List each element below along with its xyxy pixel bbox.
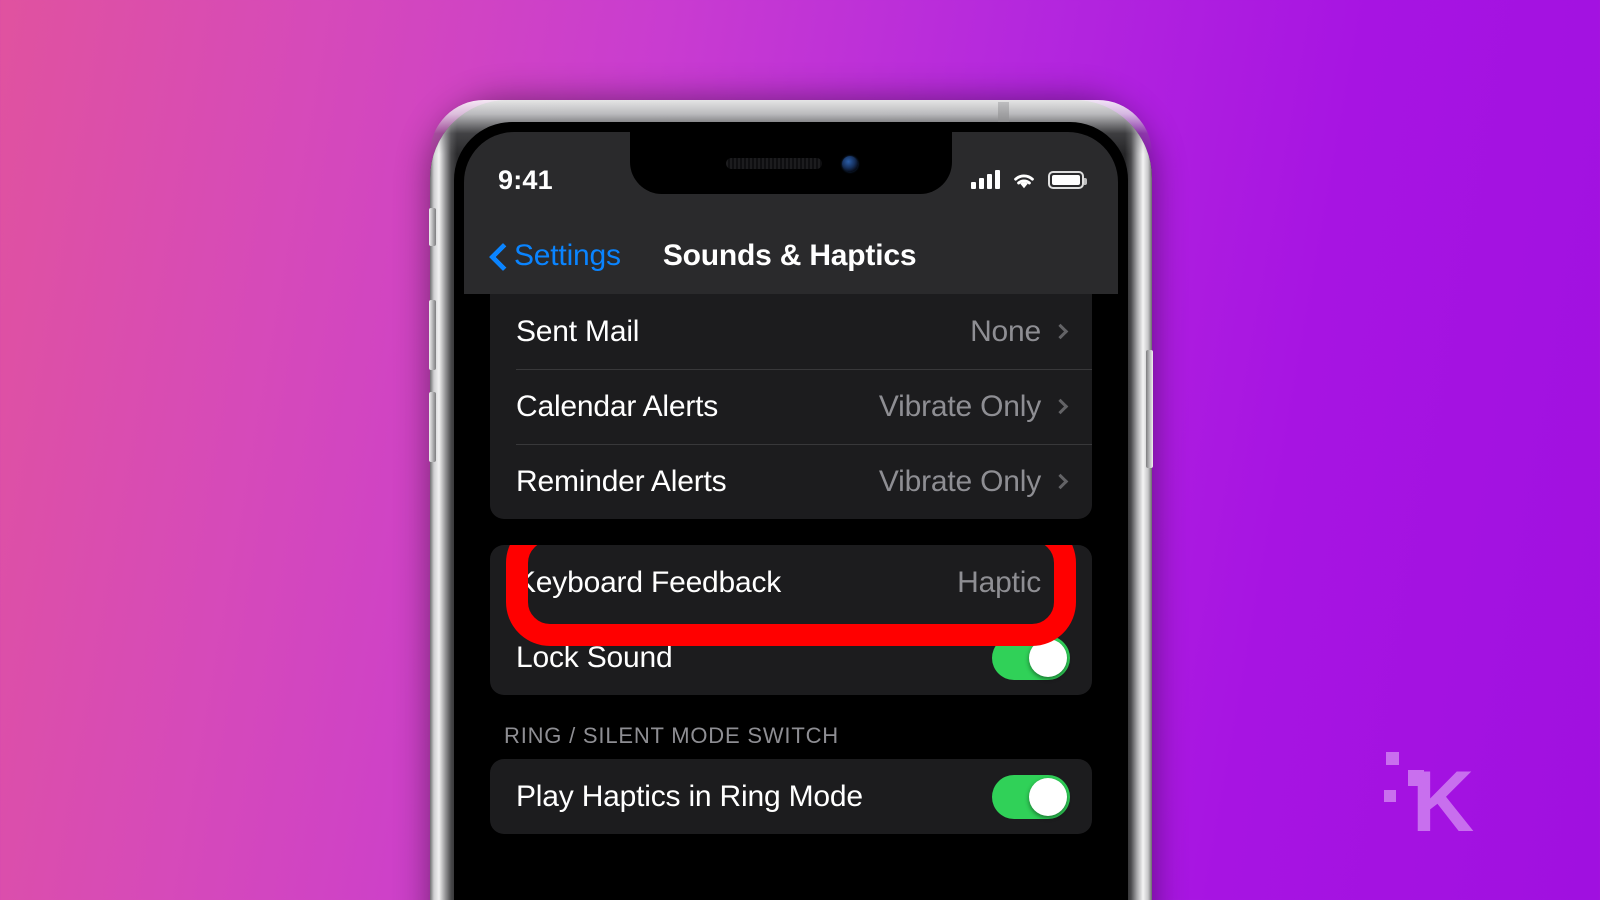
iphone-device: 9:41 Settings Sounds & Haptics Sent Mail… bbox=[429, 100, 1153, 900]
navigation-bar: Settings Sounds & Haptics bbox=[464, 218, 1118, 294]
page-title: Sounds & Haptics bbox=[662, 239, 917, 272]
power-side-button[interactable] bbox=[1146, 350, 1153, 468]
row-sent-mail[interactable]: Sent Mail None bbox=[490, 294, 1092, 369]
chevron-right-icon bbox=[1052, 323, 1069, 340]
volume-up-button[interactable] bbox=[429, 300, 436, 370]
ring-silent-section-header: RING / SILENT MODE SWITCH bbox=[504, 723, 839, 748]
row-play-haptics-in-ring-mode[interactable]: Play Haptics in Ring Mode bbox=[490, 759, 1092, 834]
watermark-square-small-top bbox=[1386, 752, 1399, 765]
mute-switch-button[interactable] bbox=[429, 208, 436, 246]
row-keyboard-feedback[interactable]: Keyboard Feedback Haptic bbox=[490, 545, 1092, 620]
status-bar-indicators bbox=[971, 170, 1087, 190]
earpiece-speaker-icon bbox=[726, 158, 822, 169]
chevron-right-icon bbox=[1052, 398, 1069, 415]
row-value: Vibrate Only bbox=[878, 389, 1041, 423]
row-label: Sent Mail bbox=[516, 314, 640, 348]
row-calendar-alerts[interactable]: Calendar Alerts Vibrate Only bbox=[490, 369, 1092, 444]
toggle-knob bbox=[1029, 777, 1067, 816]
highlighted-row-wrapper: Keyboard Feedback Haptic bbox=[490, 545, 1092, 646]
chevron-right-icon bbox=[1052, 574, 1069, 591]
phone-screen: 9:41 Settings Sounds & Haptics Sent Mail… bbox=[464, 132, 1118, 900]
row-value: Vibrate Only bbox=[878, 464, 1041, 498]
row-value: Haptic bbox=[957, 565, 1041, 599]
settings-list[interactable]: Sent Mail None Calendar Alerts Vibrate O… bbox=[464, 294, 1118, 900]
lock-sound-toggle[interactable] bbox=[992, 635, 1070, 680]
phone-bezel: 9:41 Settings Sounds & Haptics Sent Mail… bbox=[454, 122, 1128, 900]
row-value: None bbox=[970, 314, 1041, 348]
keyboard-lock-group: Keyboard Feedback Haptic Lock Sound bbox=[490, 545, 1092, 695]
signal-bars-icon bbox=[971, 170, 1000, 189]
front-camera-icon bbox=[842, 156, 858, 172]
play-haptics-toggle[interactable] bbox=[992, 774, 1070, 819]
row-label: Play Haptics in Ring Mode bbox=[516, 779, 863, 813]
row-lock-sound[interactable]: Lock Sound bbox=[490, 620, 1092, 695]
chevron-left-icon bbox=[488, 246, 508, 266]
alert-sounds-group: Sent Mail None Calendar Alerts Vibrate O… bbox=[490, 294, 1092, 519]
watermark-letter: K bbox=[1412, 754, 1475, 851]
status-bar-time: 9:41 bbox=[498, 164, 553, 195]
back-button-label: Settings bbox=[514, 239, 621, 272]
battery-full-icon bbox=[1048, 171, 1087, 189]
row-label: Keyboard Feedback bbox=[516, 565, 782, 599]
toggle-knob bbox=[1029, 638, 1067, 677]
watermark-square-small-bottom bbox=[1384, 790, 1396, 802]
ring-silent-group: Play Haptics in Ring Mode bbox=[490, 759, 1092, 834]
wifi-icon bbox=[1014, 174, 1034, 188]
antenna-band bbox=[998, 102, 1009, 124]
kn-watermark-logo: K bbox=[1380, 740, 1490, 851]
display-notch bbox=[630, 132, 952, 194]
row-label: Lock Sound bbox=[516, 640, 673, 674]
row-label: Calendar Alerts bbox=[516, 389, 719, 423]
back-to-settings-button[interactable]: Settings bbox=[464, 239, 621, 273]
chevron-right-icon bbox=[1052, 473, 1069, 490]
row-label: Reminder Alerts bbox=[516, 464, 727, 498]
row-reminder-alerts[interactable]: Reminder Alerts Vibrate Only bbox=[490, 444, 1092, 519]
volume-down-button[interactable] bbox=[429, 392, 436, 462]
